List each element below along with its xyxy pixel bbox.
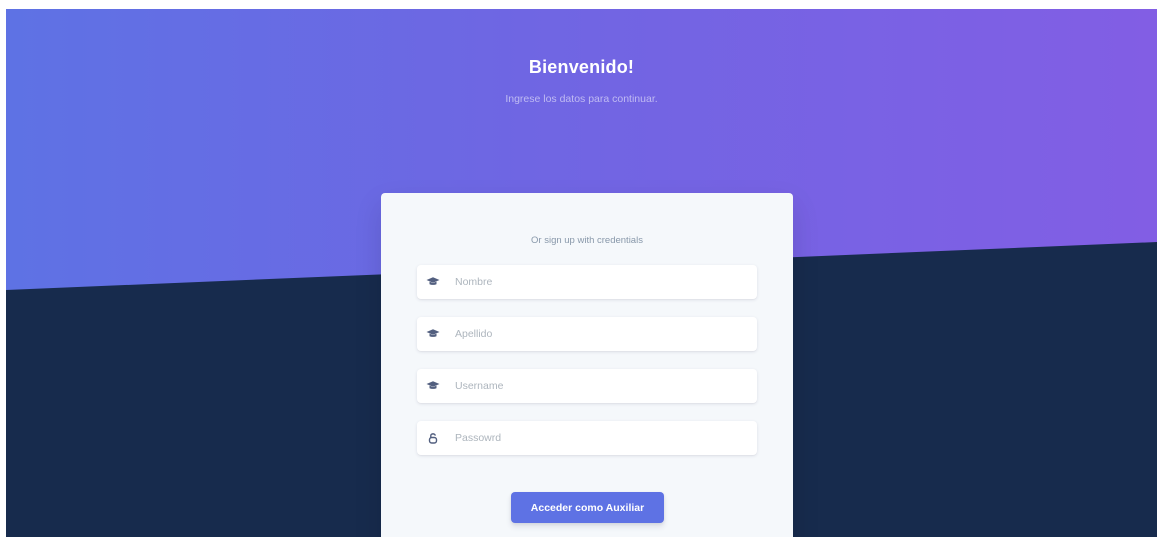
apellido-field[interactable] [417, 317, 757, 351]
password-input[interactable] [455, 421, 745, 455]
nombre-input[interactable] [455, 265, 745, 299]
graduation-cap-icon [426, 277, 440, 285]
acceder-auxiliar-button[interactable]: Acceder como Auxiliar [511, 492, 664, 523]
signup-card: Or sign up with credentials Nombre Apell… [381, 193, 793, 537]
apellido-input[interactable] [455, 317, 745, 351]
lock-icon [428, 433, 438, 444]
username-input[interactable] [455, 369, 745, 403]
card-caption: Or sign up with credentials [531, 235, 643, 246]
page-title: Bienvenido! [528, 57, 635, 77]
graduation-cap-icon [426, 381, 440, 389]
page-subtitle: Ingrese los datos para continuar. [505, 93, 658, 105]
password-field[interactable] [417, 421, 757, 455]
page: Bienvenido! Ingrese los datos para conti… [6, 9, 1157, 537]
nombre-field[interactable] [417, 265, 757, 299]
username-field[interactable] [417, 369, 757, 403]
graduation-cap-icon [426, 329, 440, 337]
